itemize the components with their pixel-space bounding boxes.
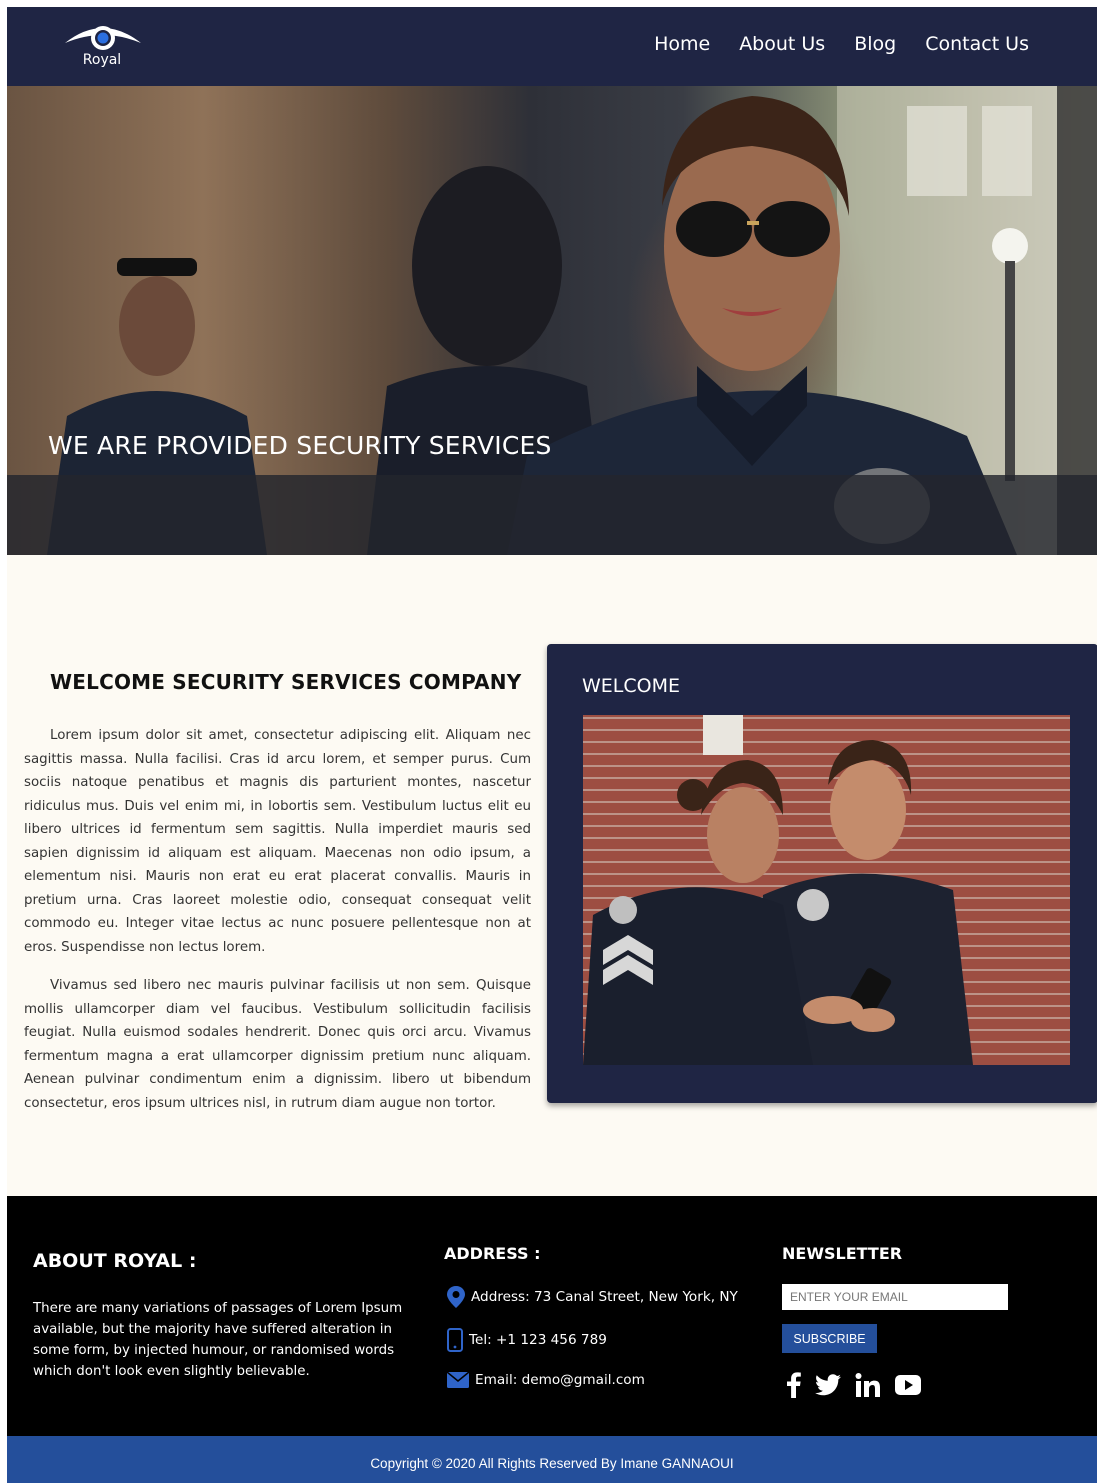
social-links xyxy=(787,1372,921,1398)
phone-icon xyxy=(447,1328,463,1352)
intro-paragraph: Lorem ipsum dolor sit amet, consectetur … xyxy=(24,728,531,955)
footer-phone-text: Tel: +1 123 456 789 xyxy=(469,1332,607,1348)
eye-icon xyxy=(65,26,141,50)
nav-home[interactable]: Home xyxy=(654,33,710,55)
subscribe-button[interactable]: SUBSCRIBE xyxy=(782,1324,877,1353)
nav-contact-us[interactable]: Contact Us xyxy=(925,33,1029,55)
footer-phone: Tel: +1 123 456 789 xyxy=(447,1328,607,1352)
footer-address: Address: 73 Canal Street, New York, NY xyxy=(447,1286,738,1308)
hero-caption-band xyxy=(7,475,1097,555)
youtube-icon[interactable] xyxy=(895,1375,921,1395)
footer-about-title: ABOUT ROYAL : xyxy=(33,1250,197,1272)
footer-newsletter-title: NEWSLETTER xyxy=(782,1244,903,1263)
footer-email-text: Email: demo@gmail.com xyxy=(475,1372,645,1388)
page: Royal Home About Us Blog Contact Us WE A… xyxy=(7,7,1097,1483)
envelope-icon xyxy=(447,1372,469,1388)
footer-address-title: ADDRESS : xyxy=(444,1244,541,1263)
officers-photo xyxy=(583,715,1070,1065)
copyright-bar: Copyright © 2020 All Rights Reserved By … xyxy=(7,1436,1097,1483)
linkedin-icon[interactable] xyxy=(855,1373,881,1397)
footer-address-text: Address: 73 Canal Street, New York, NY xyxy=(471,1289,738,1305)
logo[interactable]: Royal xyxy=(63,21,143,75)
hero-banner xyxy=(7,86,1097,555)
main-nav: Home About Us Blog Contact Us xyxy=(654,33,1029,55)
nav-about-us[interactable]: About Us xyxy=(739,33,825,55)
intro-paragraph: Vivamus sed libero nec mauris pulvinar f… xyxy=(24,978,531,1111)
logo-text: Royal xyxy=(82,52,122,68)
facebook-icon[interactable] xyxy=(787,1372,801,1398)
hero-title: WE ARE PROVIDED SECURITY SERVICES xyxy=(48,431,552,460)
newsletter-email-input[interactable] xyxy=(782,1284,1008,1310)
nav-blog[interactable]: Blog xyxy=(854,33,896,55)
navbar: Royal Home About Us Blog Contact Us xyxy=(7,7,1097,86)
footer-email: Email: demo@gmail.com xyxy=(447,1372,645,1388)
officers-illustration xyxy=(583,715,1070,1065)
welcome-heading: WELCOME SECURITY SERVICES COMPANY xyxy=(50,670,522,694)
intro-text: Lorem ipsum dolor sit amet, consectetur … xyxy=(24,724,531,1130)
welcome-card-title: WELCOME xyxy=(582,675,680,697)
twitter-icon[interactable] xyxy=(815,1374,841,1396)
footer-about-text: There are many variations of passages of… xyxy=(33,1301,403,1379)
map-pin-icon xyxy=(447,1286,465,1308)
welcome-card: WELCOME xyxy=(547,644,1097,1103)
